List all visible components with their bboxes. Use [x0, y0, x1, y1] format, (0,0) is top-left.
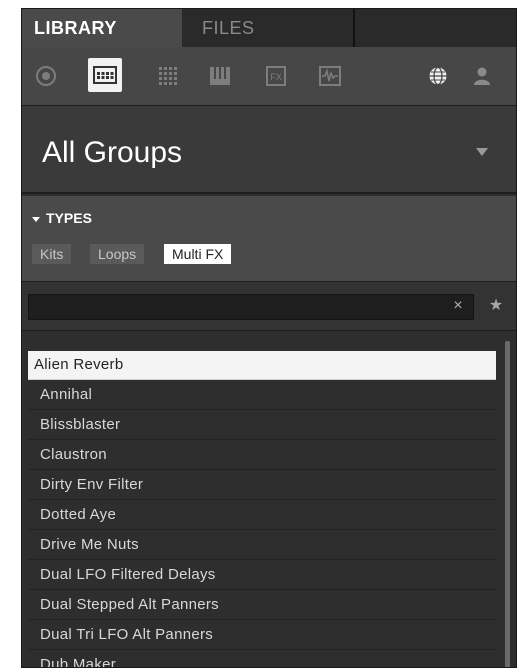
- list-item[interactable]: Dual LFO Filtered Delays: [28, 561, 496, 590]
- results-list: Alien Reverb Annihal Blissblaster Claust…: [22, 331, 516, 667]
- tab-bar-filler: [354, 9, 516, 47]
- fx-icon[interactable]: FX: [262, 62, 290, 90]
- tab-library[interactable]: LIBRARY: [22, 9, 182, 47]
- list-item[interactable]: Claustron: [28, 441, 496, 470]
- list-item[interactable]: Blissblaster: [28, 411, 496, 440]
- list-item[interactable]: Dual Tri LFO Alt Panners: [28, 621, 496, 650]
- list-item[interactable]: Dual Stepped Alt Panners: [28, 591, 496, 620]
- types-filter: TYPES Kits Loops Multi FX: [22, 196, 516, 282]
- clear-search-icon[interactable]: ×: [450, 298, 466, 314]
- types-toggle[interactable]: TYPES: [32, 210, 92, 226]
- list-scrollbar[interactable]: [505, 341, 510, 667]
- types-heading: TYPES: [46, 210, 92, 226]
- circle-icon[interactable]: [32, 62, 60, 90]
- sample-icon[interactable]: [316, 62, 344, 90]
- group-icon[interactable]: [88, 58, 122, 92]
- user-icon[interactable]: [468, 62, 496, 90]
- list-item[interactable]: Dirty Env Filter: [28, 471, 496, 500]
- tab-files[interactable]: FILES: [182, 9, 354, 47]
- list-item[interactable]: Dub Maker: [28, 651, 496, 667]
- list-item[interactable]: Alien Reverb: [28, 351, 496, 380]
- dropdown-arrow-icon: [476, 148, 488, 156]
- favorites-star-icon[interactable]: ★: [486, 296, 506, 316]
- sound-grid-icon[interactable]: [154, 62, 182, 90]
- list-item[interactable]: Drive Me Nuts: [28, 531, 496, 560]
- type-chip-multi-fx[interactable]: Multi FX: [164, 244, 232, 264]
- type-chip-kits[interactable]: Kits: [32, 244, 72, 264]
- type-chip-loops[interactable]: Loops: [90, 244, 145, 264]
- instrument-icon[interactable]: [206, 62, 234, 90]
- list-item[interactable]: Annihal: [28, 381, 496, 410]
- globe-icon[interactable]: [424, 62, 452, 90]
- group-selector[interactable]: All Groups: [22, 106, 516, 194]
- library-panel: LIBRARY FILES FX All Groups TYPES Kits L…: [21, 8, 517, 668]
- tab-bar: LIBRARY FILES: [22, 9, 516, 47]
- chevron-down-icon: [32, 216, 40, 222]
- page-title: All Groups: [42, 136, 183, 169]
- search-bar: × ★: [22, 282, 516, 331]
- content-type-bar: FX: [22, 47, 516, 106]
- list-item[interactable]: Dotted Aye: [28, 501, 496, 530]
- search-input[interactable]: [28, 294, 474, 320]
- svg-text:FX: FX: [270, 72, 282, 82]
